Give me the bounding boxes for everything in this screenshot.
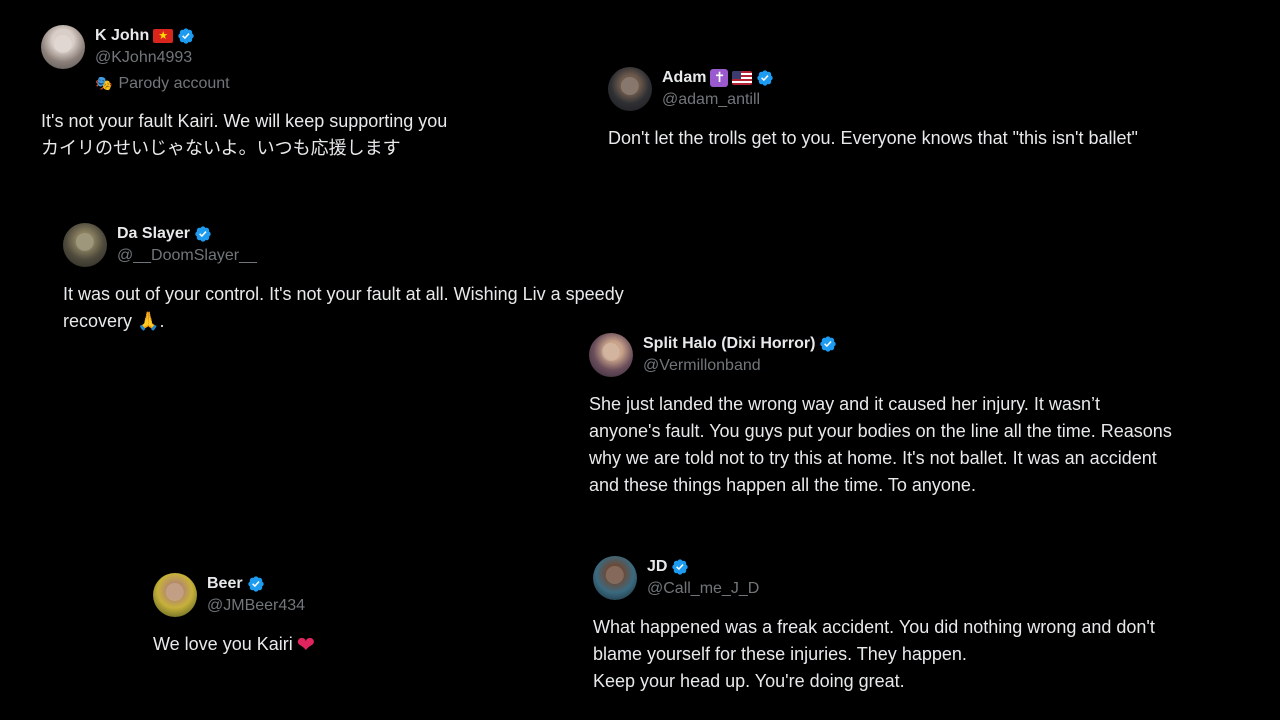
display-name[interactable]: Adam (662, 68, 706, 88)
tweet-line: She just landed the wrong way and it cau… (589, 394, 1100, 414)
user-handle[interactable]: @JMBeer434 (207, 596, 305, 616)
tweet-card: K John ★ @KJohn4993 🎭 Parody account It'… (41, 25, 521, 162)
avatar[interactable] (589, 333, 633, 377)
tweet-line: It's not your fault Kairi. We will keep … (41, 111, 448, 131)
red-heart-icon: ❤ (296, 632, 316, 657)
parody-mask-icon: 🎭 (95, 75, 113, 92)
vietnam-flag-icon: ★ (153, 29, 174, 43)
avatar[interactable] (63, 223, 107, 267)
tweet-line: recovery (63, 311, 133, 331)
tweet-text: What happened was a freak accident. You … (593, 614, 1253, 695)
tweet-text: It's not your fault Kairi. We will keep … (41, 108, 521, 162)
tweet-card: JD @Call_me_J_D What happened was a frea… (593, 556, 1253, 695)
tweet-line: It was out of your control. It's not you… (63, 284, 624, 304)
tweet-text: She just landed the wrong way and it cau… (589, 391, 1249, 499)
display-name[interactable]: JD (647, 557, 667, 577)
avatar[interactable] (153, 573, 197, 617)
avatar[interactable] (41, 25, 85, 69)
tweet-text: Don't let the trolls get to you. Everyon… (608, 125, 1248, 152)
tweet-line: why we are told not to try this at home.… (589, 448, 1157, 468)
user-handle[interactable]: @KJohn4993 (95, 48, 230, 68)
verified-icon[interactable] (756, 69, 774, 87)
user-handle[interactable]: @Vermillonband (643, 356, 837, 376)
parody-label: Parody account (118, 75, 230, 92)
avatar[interactable] (608, 67, 652, 111)
us-flag-icon (732, 71, 753, 85)
tweet-line: カイリのせいじゃないよ。いつも応援します (41, 138, 401, 158)
tweet-card: Adam ✝ @adam_antill Don't let the trolls… (608, 67, 1248, 152)
tweet-text: It was out of your control. It's not you… (63, 281, 703, 335)
verified-icon[interactable] (819, 335, 837, 353)
tweet-line: blame yourself for these injuries. They … (593, 644, 967, 664)
tweet-line: anyone's fault. You guys put your bodies… (589, 421, 1172, 441)
verified-icon[interactable] (177, 27, 195, 45)
user-handle[interactable]: @__DoomSlayer__ (117, 246, 257, 266)
cross-icon: ✝ (710, 69, 729, 87)
tweet-line: We love you Kairi (153, 634, 293, 654)
tweet-line: and these things happen all the time. To… (589, 475, 976, 495)
user-handle[interactable]: @adam_antill (662, 90, 774, 110)
display-name[interactable]: K John (95, 26, 149, 46)
avatar[interactable] (593, 556, 637, 600)
display-name[interactable]: Da Slayer (117, 224, 190, 244)
verified-icon[interactable] (247, 575, 265, 593)
verified-icon[interactable] (194, 225, 212, 243)
tweet-line: Keep your head up. You're doing great. (593, 671, 905, 691)
user-handle[interactable]: @Call_me_J_D (647, 579, 759, 599)
display-name[interactable]: Beer (207, 574, 243, 594)
tweet-text: We love you Kairi ❤ (153, 631, 513, 658)
folded-hands-icon: 🙏 (137, 311, 160, 331)
verified-icon[interactable] (671, 558, 689, 576)
tweet-card: Beer @JMBeer434 We love you Kairi ❤ (153, 573, 513, 658)
tweet-trailing-text: . (159, 311, 165, 331)
tweet-card: Da Slayer @__DoomSlayer__ It was out of … (63, 223, 703, 335)
tweet-line: What happened was a freak accident. You … (593, 617, 1155, 637)
display-name[interactable]: Split Halo (Dixi Horror) (643, 334, 815, 354)
tweet-card: Split Halo (Dixi Horror) @Vermillonband … (589, 333, 1249, 499)
tweet-line: Don't let the trolls get to you. Everyon… (608, 128, 1138, 148)
